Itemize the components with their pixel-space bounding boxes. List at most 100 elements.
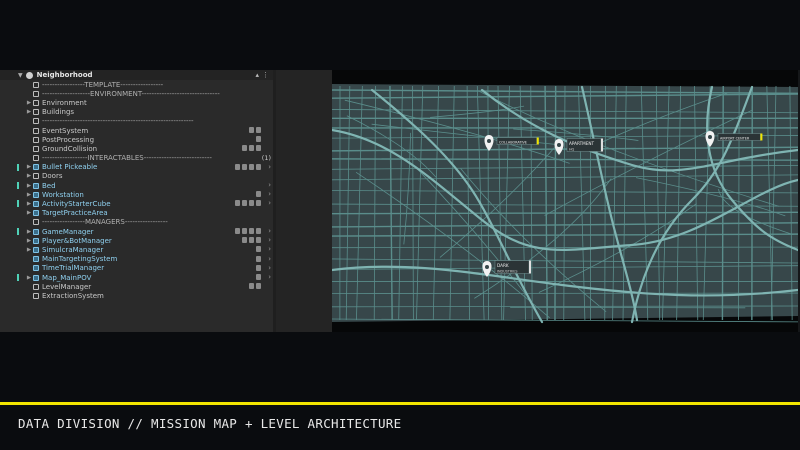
map-pin-dot [487, 139, 491, 143]
hierarchy-row-label: ActivityStarterCube [42, 200, 111, 209]
gameobject-cube-icon [33, 145, 39, 152]
component-icon [256, 200, 261, 207]
map-pin-sublabel: INDUSTRIES [497, 270, 518, 274]
component-icon [249, 126, 254, 133]
map-pin-tag-bar [601, 138, 603, 152]
gameobject-cube-icon [33, 155, 39, 162]
hierarchy-row-label: PostProcessing [42, 135, 95, 144]
gameobject-cube-icon [33, 109, 39, 116]
child-count: (1) [261, 153, 271, 162]
component-icon [242, 228, 247, 234]
component-badges [235, 200, 261, 207]
expand-arrow-icon[interactable]: ▶ [25, 201, 33, 207]
component-badges [235, 163, 261, 170]
map-pin-dot [485, 265, 489, 269]
component-icon [256, 126, 261, 133]
caption-text: DATA DIVISION // MISSION MAP + LEVEL ARC… [18, 416, 402, 431]
mission-map: COLLABORATIVE APARTMENT HQ AIRPORT CENTER DA… [332, 84, 798, 324]
collapse-icon[interactable]: ▴ [255, 71, 259, 79]
component-badges [256, 246, 261, 253]
hierarchy-row[interactable]: ----------------------------------------… [0, 117, 273, 126]
component-badges [256, 255, 261, 262]
editor-stage: ▼ Neighborhood ▴ ⋮ -----------------TEMP… [0, 70, 800, 332]
hierarchy-row[interactable]: -----------------TEMPLATE---------------… [0, 80, 273, 89]
hierarchy-row[interactable]: GroundCollision [0, 144, 273, 153]
hierarchy-row[interactable]: ▶ Environment [0, 98, 273, 107]
expand-arrow-icon[interactable]: ▶ [25, 173, 33, 179]
hierarchy-row[interactable]: MainTargetingSystem › [0, 255, 273, 264]
component-icon [249, 228, 254, 234]
hierarchy-row[interactable]: ▶ Buildings [0, 108, 273, 117]
prefab-cube-icon [33, 265, 39, 272]
map-pin-dot [708, 135, 712, 139]
hierarchy-row[interactable]: PostProcessing [0, 135, 273, 144]
expand-arrow-icon[interactable]: ▶ [25, 183, 33, 189]
expand-triangle-icon[interactable]: ▼ [18, 72, 23, 79]
open-prefab-chevron-icon[interactable]: › [268, 236, 271, 244]
expand-arrow-icon[interactable]: ▶ [25, 100, 33, 106]
override-marker [17, 182, 19, 190]
scene-title: Neighborhood [36, 71, 93, 79]
component-icon [235, 228, 240, 234]
hierarchy-row[interactable]: ▶ Map_MainPOV › [0, 273, 273, 282]
override-marker [17, 200, 19, 208]
gameobject-cube-icon [33, 127, 39, 134]
hierarchy-row-label: -----------------TEMPLATE---------------… [42, 80, 164, 89]
component-icon [242, 163, 247, 170]
hierarchy-row[interactable]: ------------------INTERACTABLES---------… [0, 154, 273, 163]
prefab-cube-icon [33, 246, 39, 253]
hierarchy-row[interactable]: ▶ GameManager › [0, 227, 273, 236]
component-badges [235, 228, 261, 234]
expand-arrow-icon[interactable]: ▶ [25, 247, 33, 253]
component-icon [249, 237, 254, 244]
component-icon [256, 273, 261, 280]
prefab-cube-icon [33, 256, 39, 263]
gameobject-cube-icon [33, 118, 39, 125]
expand-arrow-icon[interactable]: ▶ [25, 164, 33, 170]
open-prefab-chevron-icon[interactable]: › [268, 163, 271, 171]
expand-arrow-icon[interactable]: ▶ [25, 275, 33, 281]
hierarchy-row[interactable]: -----------------MANAGERS---------------… [0, 218, 273, 227]
open-prefab-chevron-icon[interactable]: › [268, 181, 271, 189]
hierarchy-row[interactable]: ▶ Bed › [0, 181, 273, 190]
gameobject-cube-icon [33, 90, 39, 97]
hierarchy-row[interactable]: ▶ Workstation › [0, 190, 273, 199]
hierarchy-row[interactable]: ▶ TargetPracticeArea [0, 209, 273, 218]
gameobject-cube-icon [33, 283, 39, 290]
component-icon [256, 145, 261, 152]
hierarchy-scene-header[interactable]: ▼ Neighborhood ▴ ⋮ [0, 70, 273, 80]
hierarchy-row[interactable]: ▶ ActivityStarterCube › [0, 199, 273, 208]
hierarchy-panel: ▼ Neighborhood ▴ ⋮ -----------------TEMP… [0, 70, 273, 332]
hierarchy-row-label: -----------------MANAGERS---------------… [42, 218, 168, 227]
expand-arrow-icon[interactable]: ▶ [25, 192, 33, 198]
hierarchy-row[interactable]: LevelManager [0, 282, 273, 291]
component-badges [242, 237, 261, 244]
hierarchy-row[interactable]: ▶ Bullet Pickeable › [0, 163, 273, 172]
open-prefab-chevron-icon[interactable]: › [268, 273, 271, 281]
hierarchy-row[interactable]: ▶ Doors [0, 172, 273, 181]
expand-arrow-icon[interactable]: ▶ [25, 210, 33, 216]
hierarchy-row-label: Doors [42, 172, 63, 181]
hierarchy-row[interactable]: ExtractionSystem [0, 291, 273, 300]
hierarchy-row[interactable]: TimeTrialManager › [0, 264, 273, 273]
hierarchy-row[interactable]: EventSystem [0, 126, 273, 135]
override-marker [17, 273, 19, 281]
expand-arrow-icon[interactable]: ▶ [25, 229, 33, 235]
hierarchy-row-label: SimulcraManager [42, 245, 104, 254]
map-pin-label: AIRPORT CENTER [720, 137, 750, 141]
open-prefab-chevron-icon[interactable]: › [268, 190, 271, 198]
mission-map-view[interactable]: COLLABORATIVE APARTMENT HQ AIRPORT CENTER DA… [332, 70, 798, 332]
open-prefab-chevron-icon[interactable]: › [268, 227, 271, 235]
gameobject-cube-icon [33, 99, 39, 106]
kebab-menu-icon[interactable]: ⋮ [262, 71, 269, 79]
open-prefab-chevron-icon[interactable]: › [268, 245, 271, 253]
open-prefab-chevron-icon[interactable]: › [268, 255, 271, 263]
hierarchy-row[interactable]: -------------------ENVIRONMENT----------… [0, 89, 273, 98]
expand-arrow-icon[interactable]: ▶ [25, 238, 33, 244]
hierarchy-row[interactable]: ▶ SimulcraManager › [0, 245, 273, 254]
hierarchy-row[interactable]: ▶ Player&BotManager › [0, 236, 273, 245]
prefab-cube-icon [33, 164, 39, 171]
open-prefab-chevron-icon[interactable]: › [268, 264, 271, 272]
expand-arrow-icon[interactable]: ▶ [25, 109, 33, 115]
open-prefab-chevron-icon[interactable]: › [268, 199, 271, 207]
